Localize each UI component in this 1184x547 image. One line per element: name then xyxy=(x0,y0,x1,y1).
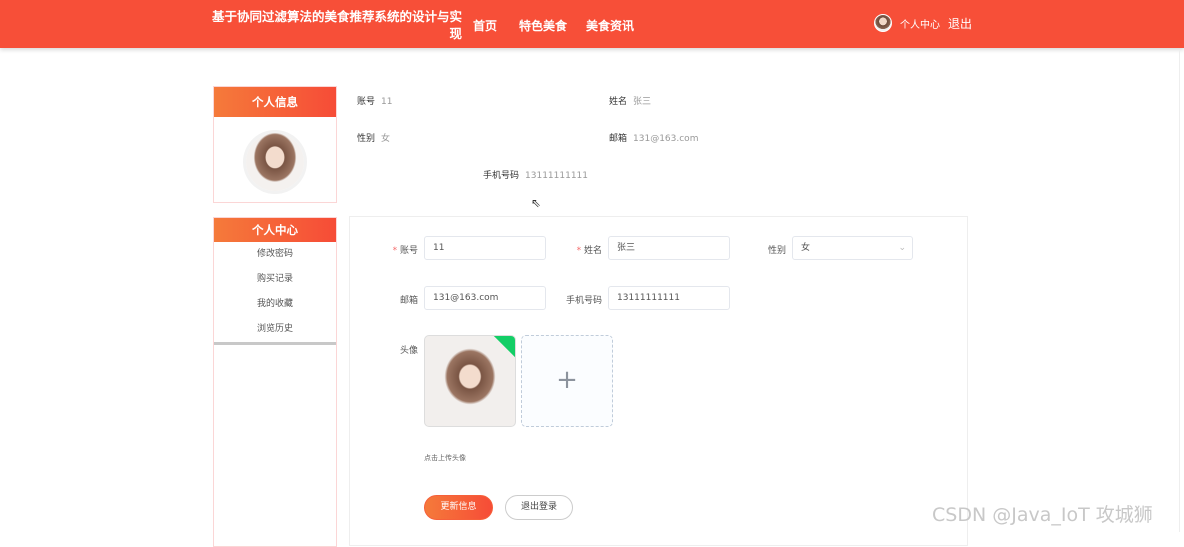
user-center-link[interactable]: 个人中心 xyxy=(900,16,940,31)
info-name: 姓名 张三 xyxy=(609,97,652,107)
menu-purchase-records[interactable]: 购买记录 xyxy=(214,267,336,292)
logout-link[interactable]: 退出 xyxy=(948,15,972,32)
chevron-down-icon: ⌄ xyxy=(898,243,906,253)
scrollbar[interactable] xyxy=(1179,50,1180,532)
info-account: 账号 11 xyxy=(357,97,393,107)
nav-home[interactable]: 首页 xyxy=(473,17,497,34)
gender-select[interactable]: 女 ⌄ xyxy=(792,236,913,260)
avatar-preview[interactable] xyxy=(424,335,516,427)
profile-avatar xyxy=(246,133,304,191)
avatar-label: 头像 xyxy=(399,346,418,356)
account-input[interactable]: 11 xyxy=(424,236,546,260)
account-label: * 账号 xyxy=(392,246,418,256)
avatar xyxy=(874,14,892,32)
phone-input[interactable]: 13111111111 xyxy=(608,286,730,310)
user-center-title: 个人中心 xyxy=(214,218,336,242)
email-label: 邮箱 xyxy=(399,296,418,306)
nav-specialty-food[interactable]: 特色美食 xyxy=(519,17,567,34)
logout-button[interactable]: 退出登录 xyxy=(505,495,573,520)
menu-browse-history[interactable]: 浏览历史 xyxy=(214,317,336,342)
gender-label: 性别 xyxy=(767,246,786,256)
phone-label: 手机号码 xyxy=(565,296,602,306)
profile-card: 个人信息 xyxy=(213,86,337,203)
menu-change-password[interactable]: 修改密码 xyxy=(214,242,336,267)
info-email: 邮箱 131@163.com xyxy=(609,134,699,144)
upload-hint: 点击上传头像 xyxy=(424,454,466,462)
user-center-menu: 个人中心 修改密码 购买记录 我的收藏 浏览历史 xyxy=(213,217,337,547)
mouse-cursor-icon: ⇖ xyxy=(531,196,542,210)
nav-food-news[interactable]: 美食资讯 xyxy=(586,17,634,34)
watermark: CSDN @Java_IoT 攻城狮 xyxy=(932,504,1153,526)
header: 基于协同过滤算法的美食推荐系统的设计与实现 首页 特色美食 美食资讯 个人中心 … xyxy=(0,0,1184,48)
info-phone: 手机号码 13111111111 xyxy=(483,171,589,181)
name-input[interactable]: 张三 xyxy=(608,236,730,260)
user-menu[interactable]: 个人中心 退出 xyxy=(874,14,972,32)
update-info-button[interactable]: 更新信息 xyxy=(424,495,493,520)
name-label: * 姓名 xyxy=(576,246,602,256)
email-input[interactable]: 131@163.com xyxy=(424,286,546,310)
menu-divider xyxy=(214,342,336,345)
success-check-icon xyxy=(492,336,515,360)
menu-favorites[interactable]: 我的收藏 xyxy=(214,292,336,317)
profile-card-title: 个人信息 xyxy=(214,87,336,117)
info-gender: 性别女 xyxy=(357,134,391,144)
plus-icon: + xyxy=(556,365,578,395)
site-title: 基于协同过滤算法的美食推荐系统的设计与实现 xyxy=(212,9,463,41)
upload-button[interactable]: + xyxy=(521,335,613,427)
